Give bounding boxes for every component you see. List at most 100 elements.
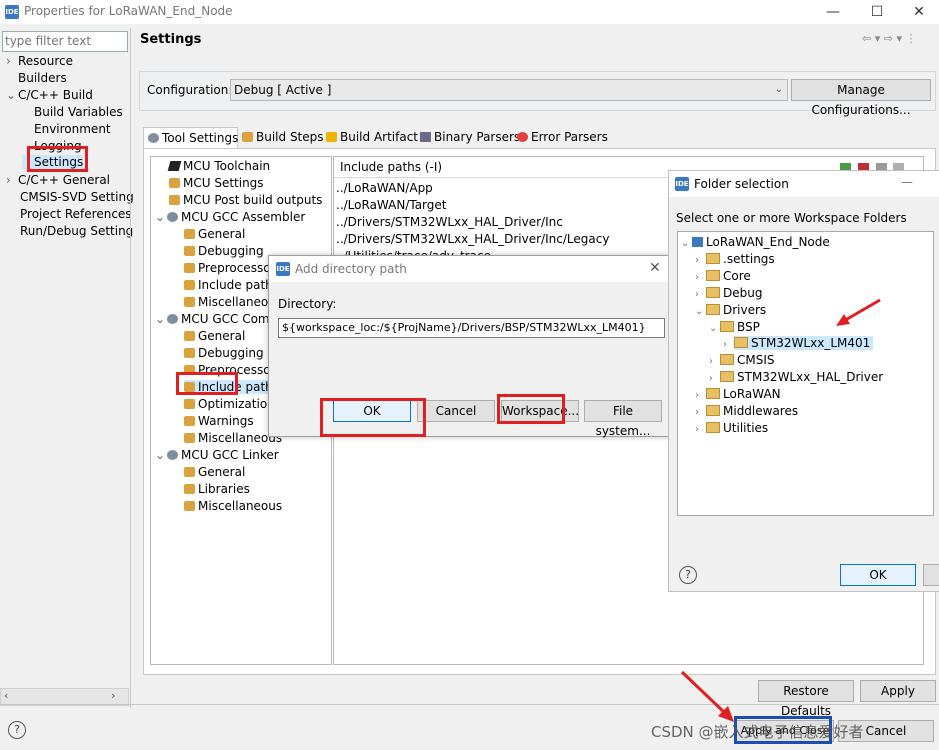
page-title: Settings: [140, 32, 202, 47]
nav-twisty[interactable]: ⌄: [6, 88, 18, 102]
nav-item-cmsis-svd[interactable]: CMSIS-SVD Setting: [8, 190, 134, 204]
folder-cancel-button-partial[interactable]: [923, 564, 939, 586]
manage-configurations-button[interactable]: Manage Configurations...: [791, 79, 931, 117]
nav-item-cpp-general[interactable]: › C/C++ General: [6, 173, 110, 187]
folder-item-core[interactable]: › Core: [695, 269, 751, 283]
minimize-button[interactable]: —: [818, 2, 848, 22]
tree-item-cc-warnings[interactable]: Warnings: [184, 414, 254, 428]
tab-build-steps[interactable]: Build Steps: [242, 127, 324, 147]
tree-item-ld-general[interactable]: General: [184, 465, 245, 479]
folder-item-stm32wlxx-lm401[interactable]: › STM32WLxx_LM401: [723, 336, 874, 350]
tab-label: Build Steps: [256, 130, 324, 144]
tree-twisty[interactable]: ⌄: [709, 323, 720, 334]
title-bar: IDE Properties for LoRaWAN_End_Node — ☐ …: [0, 0, 939, 24]
configuration-group: Configuration: Debug [ Active ] ⌄ Manage…: [139, 71, 936, 117]
tree-twisty[interactable]: ›: [695, 272, 706, 283]
tab-binary-parsers[interactable]: Binary Parsers: [420, 127, 520, 147]
tree-item-cc-optimization[interactable]: Optimization: [184, 397, 275, 411]
tree-item-ld-libraries[interactable]: Libraries: [184, 482, 250, 496]
tree-item-post-build[interactable]: MCU Post build outputs: [169, 193, 322, 207]
tree-twisty[interactable]: ›: [723, 339, 734, 350]
tree-twisty[interactable]: ›: [695, 289, 706, 300]
nav-item-build-variables[interactable]: Build Variables: [22, 105, 123, 119]
folder-prompt: Select one or more Workspace Folders: [676, 211, 907, 225]
folder-item-settings[interactable]: › .settings: [695, 252, 775, 266]
tree-item-ld-misc[interactable]: Miscellaneous: [184, 499, 282, 513]
folder-label: LoRaWAN: [723, 387, 781, 401]
tree-twisty[interactable]: ›: [695, 424, 706, 435]
folder-item-utilities[interactable]: › Utilities: [695, 421, 768, 435]
nav-item-project-references[interactable]: Project References: [8, 207, 132, 221]
folder-item-debug[interactable]: › Debug: [695, 286, 762, 300]
folder-item-middlewares[interactable]: › Middlewares: [695, 404, 798, 418]
nav-twisty[interactable]: ›: [6, 173, 18, 187]
tree-twisty[interactable]: ›: [695, 390, 706, 401]
tab-build-artifact[interactable]: Build Artifact: [326, 127, 418, 147]
nav-item-run-debug[interactable]: Run/Debug Setting: [8, 224, 133, 238]
folder-item-cmsis[interactable]: › CMSIS: [709, 353, 775, 367]
tree-twisty[interactable]: ⌄: [681, 238, 692, 249]
folder-label: LoRaWAN_End_Node: [706, 235, 830, 249]
tree-twisty[interactable]: ›: [695, 255, 706, 266]
minimize-icon[interactable]: —: [901, 175, 913, 189]
folder-label: Utilities: [723, 421, 769, 435]
highlight-ok: [320, 398, 426, 437]
close-button[interactable]: ✕: [904, 2, 934, 22]
maximize-button[interactable]: ☐: [862, 2, 892, 22]
tree-twisty[interactable]: ⌄: [155, 448, 167, 462]
tree-label: Include paths: [198, 278, 280, 292]
cancel-button[interactable]: Cancel: [417, 400, 495, 422]
include-path-item[interactable]: ../LoRaWAN/App: [336, 181, 433, 195]
folder-item-lorawan[interactable]: › LoRaWAN: [695, 387, 781, 401]
folder-item-hal-driver[interactable]: › STM32WLxx_HAL_Driver: [709, 370, 883, 384]
include-path-item[interactable]: ../Drivers/STM32WLxx_HAL_Driver/Inc: [336, 215, 563, 229]
restore-defaults-button[interactable]: Restore Defaults: [758, 680, 854, 718]
tree-item-mcu-settings[interactable]: MCU Settings: [169, 176, 264, 190]
tree-item-assembler[interactable]: ⌄ MCU GCC Assembler: [155, 210, 305, 224]
close-icon[interactable]: ✕: [649, 260, 661, 276]
apply-button[interactable]: Apply: [860, 680, 936, 702]
folder-item-drivers[interactable]: ⌄ Drivers: [695, 303, 766, 317]
help-icon[interactable]: ?: [8, 721, 26, 739]
directory-input[interactable]: ${workspace_loc:/${ProjName}/Drivers/BSP…: [278, 318, 665, 338]
tree-item-mcu-toolchain[interactable]: MCU Toolchain: [167, 159, 270, 173]
nav-item-environment[interactable]: Environment: [22, 122, 111, 136]
configuration-label: Configuration:: [147, 83, 233, 97]
tree-item-cc-debugging[interactable]: Debugging: [184, 346, 264, 360]
help-icon[interactable]: ?: [679, 566, 697, 584]
configuration-select[interactable]: Debug [ Active ] ⌄: [230, 79, 788, 101]
tree-twisty[interactable]: ›: [709, 356, 720, 367]
folder-ok-button[interactable]: OK: [840, 564, 916, 586]
history-nav-icons[interactable]: ⇦ ▾ ⇨ ▾ ⋮: [862, 32, 916, 45]
folder-icon: [720, 354, 734, 365]
folder-label: Debug: [723, 286, 763, 300]
settings-icon: [184, 416, 195, 426]
file-system-button[interactable]: File system...: [584, 400, 662, 438]
scroll-right-icon[interactable]: ›: [111, 689, 115, 702]
tree-item-asm-preprocessor[interactable]: Preprocessor: [184, 261, 275, 275]
folder-item-bsp[interactable]: ⌄ BSP: [709, 320, 760, 334]
filter-input[interactable]: [2, 31, 128, 52]
tree-twisty[interactable]: ⌄: [155, 210, 167, 224]
tree-twisty[interactable]: ›: [709, 373, 720, 384]
tab-tool-settings[interactable]: Tool Settings: [143, 127, 238, 148]
tree-item-asm-general[interactable]: General: [184, 227, 245, 241]
scroll-left-icon[interactable]: ‹: [4, 689, 8, 702]
nav-item-builders[interactable]: Builders: [6, 71, 67, 85]
tree-twisty[interactable]: ›: [695, 407, 706, 418]
include-path-item[interactable]: ../LoRaWAN/Target: [336, 198, 446, 212]
tree-item-linker[interactable]: ⌄ MCU GCC Linker: [155, 448, 279, 462]
folder-item-project[interactable]: ⌄ LoRaWAN_End_Node: [681, 235, 830, 249]
tree-twisty[interactable]: ⌄: [155, 312, 167, 326]
tree-item-asm-debugging[interactable]: Debugging: [184, 244, 264, 258]
tab-error-parsers[interactable]: Error Parsers: [517, 127, 608, 147]
folder-label: Middlewares: [723, 404, 799, 418]
tree-item-asm-include-paths[interactable]: Include paths: [184, 278, 279, 292]
include-path-item[interactable]: ../Drivers/STM32WLxx_HAL_Driver/Inc/Lega…: [336, 232, 609, 246]
settings-icon: [184, 484, 195, 494]
tree-item-cc-general[interactable]: General: [184, 329, 245, 343]
tree-twisty[interactable]: ⌄: [695, 306, 706, 317]
nav-twisty[interactable]: ›: [6, 54, 18, 68]
nav-item-resource[interactable]: › Resource: [6, 54, 73, 68]
nav-item-cpp-build[interactable]: ⌄ C/C++ Build: [6, 88, 93, 102]
